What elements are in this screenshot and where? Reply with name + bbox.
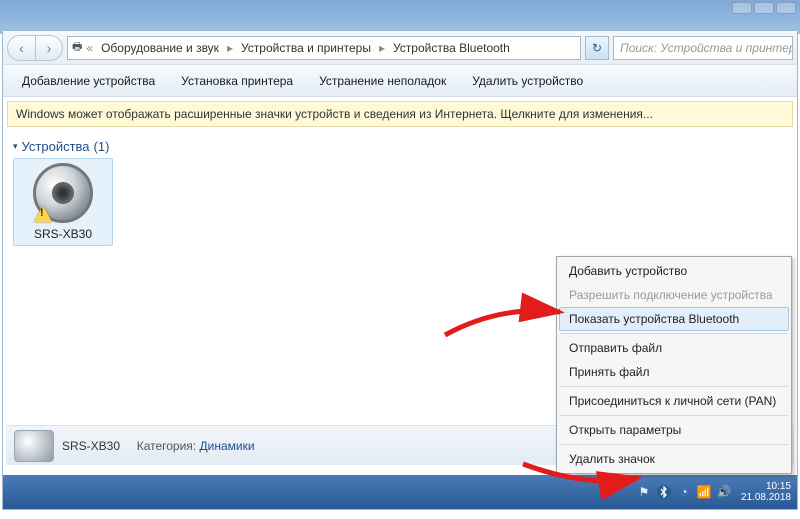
close-button[interactable]	[776, 2, 796, 14]
ctx-separator	[560, 333, 788, 334]
breadcrumb-sep: ▸	[377, 41, 387, 55]
search-placeholder: Поиск: Устройства и принтеры	[620, 41, 793, 55]
add-printer-button[interactable]: Установка принтера	[168, 69, 306, 93]
back-icon: ‹	[19, 40, 24, 56]
remove-device-button[interactable]: Удалить устройство	[459, 69, 596, 93]
details-name: SRS-XB30	[62, 439, 120, 453]
ctx-join-pan[interactable]: Присоединиться к личной сети (PAN)	[559, 389, 789, 413]
group-header[interactable]: ▾ Устройства (1)	[13, 135, 787, 158]
system-tray: ⚑ ◔ 📶 🔊 10:15 21.08.2018	[637, 481, 791, 503]
ctx-show-bluetooth[interactable]: Показать устройства Bluetooth	[559, 307, 789, 331]
ctx-separator	[560, 386, 788, 387]
details-category-value[interactable]: Динамики	[199, 439, 254, 453]
ctx-allow-connect: Разрешить подключение устройства	[559, 283, 789, 307]
bluetooth-context-menu: Добавить устройство Разрешить подключени…	[556, 256, 792, 474]
command-bar: Добавление устройства Установка принтера…	[3, 65, 797, 97]
info-bar-text: Windows может отображать расширенные зна…	[16, 107, 653, 121]
breadcrumb-sep: ▸	[225, 41, 235, 55]
clock-date: 21.08.2018	[741, 492, 791, 503]
group-count: (1)	[94, 139, 110, 154]
signal-tray-icon[interactable]: 📶	[697, 485, 711, 499]
forward-button[interactable]: ›	[35, 35, 63, 61]
search-input[interactable]: Поиск: Устройства и принтеры	[613, 36, 793, 60]
network-tray-icon[interactable]: ◔	[677, 485, 691, 499]
details-info: SRS-XB30 Категория: Динамики	[62, 439, 255, 453]
warning-overlay-icon	[34, 206, 52, 222]
clock[interactable]: 10:15 21.08.2018	[741, 481, 791, 503]
collapse-icon: ▾	[13, 141, 18, 152]
troubleshoot-button[interactable]: Устранение неполадок	[306, 69, 459, 93]
ctx-open-params[interactable]: Открыть параметры	[559, 418, 789, 442]
minimize-button[interactable]	[732, 2, 752, 14]
flag-tray-icon[interactable]: ⚑	[637, 485, 651, 499]
ctx-separator	[560, 415, 788, 416]
volume-tray-icon[interactable]: 🔊	[717, 485, 731, 499]
refresh-icon: ↻	[592, 41, 602, 55]
nav-buttons: ‹ ›	[7, 35, 63, 61]
device-label: SRS-XB30	[18, 227, 108, 241]
window-controls	[732, 2, 796, 14]
taskbar: ⚑ ◔ 📶 🔊 10:15 21.08.2018	[3, 475, 797, 509]
details-thumb-icon	[14, 430, 54, 462]
add-device-button[interactable]: Добавление устройства	[9, 69, 168, 93]
clock-time: 10:15	[741, 481, 791, 492]
address-bar[interactable]: 🖶 « Оборудование и звук ▸ Устройства и п…	[67, 36, 581, 60]
location-icon: 🖶	[72, 38, 82, 57]
details-category-label: Категория:	[137, 439, 196, 453]
bluetooth-tray-icon[interactable]	[657, 485, 671, 499]
speaker-icon	[33, 163, 93, 223]
ctx-separator	[560, 444, 788, 445]
group-title: Устройства	[22, 139, 90, 154]
breadcrumb-item[interactable]: Оборудование и звук	[97, 40, 223, 56]
ctx-add-device[interactable]: Добавить устройство	[559, 259, 789, 283]
ctx-send-file[interactable]: Отправить файл	[559, 336, 789, 360]
refresh-button[interactable]: ↻	[585, 36, 609, 60]
breadcrumb-item[interactable]: Устройства Bluetooth	[389, 40, 514, 56]
ctx-remove-icon[interactable]: Удалить значок	[559, 447, 789, 471]
speaker-cone-icon	[52, 182, 74, 204]
info-bar[interactable]: Windows может отображать расширенные зна…	[7, 101, 793, 127]
forward-icon: ›	[47, 40, 52, 56]
back-button[interactable]: ‹	[7, 35, 35, 61]
window-titlebar	[0, 0, 800, 34]
maximize-button[interactable]	[754, 2, 774, 14]
ctx-receive-file[interactable]: Принять файл	[559, 360, 789, 384]
nav-row: ‹ › 🖶 « Оборудование и звук ▸ Устройства…	[3, 31, 797, 65]
breadcrumb-sep: «	[84, 41, 95, 55]
breadcrumb-item[interactable]: Устройства и принтеры	[237, 40, 375, 56]
device-item[interactable]: SRS-XB30	[13, 158, 113, 246]
